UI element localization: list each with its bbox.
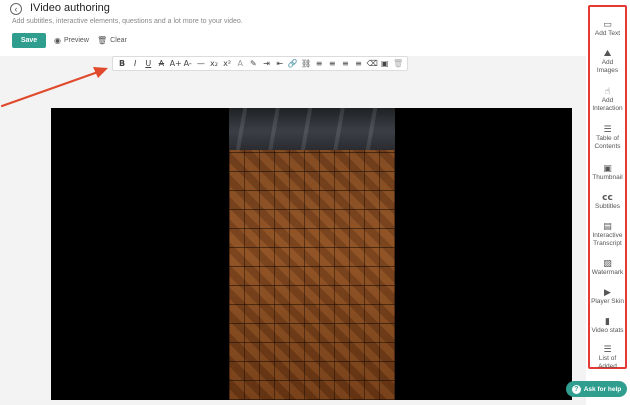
help-label: Ask for help bbox=[583, 385, 622, 393]
sidebar-item-label: List of Added bbox=[598, 355, 617, 370]
sidebar-item-watermark[interactable]: ▨ Watermark bbox=[589, 259, 626, 277]
image-icon[interactable]: ▣ bbox=[380, 58, 390, 69]
video-player[interactable] bbox=[51, 108, 572, 400]
sidebar-item-subtitles[interactable]: cc Subtitles bbox=[589, 193, 626, 211]
preview-label: Preview bbox=[63, 37, 89, 44]
preview-button[interactable]: ◉ Preview bbox=[54, 33, 89, 48]
ask-for-help-button[interactable]: ? Ask for help bbox=[566, 381, 627, 397]
transcript-icon: ▤ bbox=[603, 222, 612, 232]
eraser-icon[interactable]: ⌫ bbox=[367, 58, 378, 69]
page-title: IVideo authoring bbox=[30, 2, 110, 14]
align-left-icon[interactable]: ≡ bbox=[314, 58, 324, 69]
text-format-toolbar: B I U A A+ A- — x₂ x² A ✎ ⇥ ⇤ 🔗 ⛓ ≡ ≡ ≡ … bbox=[112, 56, 408, 71]
font-size-down-button[interactable]: A- bbox=[183, 58, 193, 69]
font-color-button[interactable]: A bbox=[235, 58, 245, 69]
clear-label: Clear bbox=[110, 37, 127, 44]
superscript-button[interactable]: x² bbox=[222, 58, 232, 69]
sidebar-item-label: Player Skin bbox=[591, 298, 624, 305]
ivideo-authoring-screen: ‹ IVideo authoring Add subtitles, intera… bbox=[0, 0, 630, 405]
sidebar-item-label: Table of Contents bbox=[594, 135, 621, 150]
sidebar-item-label: Video stats bbox=[591, 327, 624, 334]
picture-icon: ▣ bbox=[603, 164, 612, 174]
list-icon: ☰ bbox=[603, 125, 612, 135]
sidebar-item-label: Add Interaction bbox=[592, 97, 623, 112]
align-center-icon[interactable]: ≡ bbox=[327, 58, 337, 69]
sidebar-item-label: Add Images bbox=[596, 59, 619, 74]
outdent-icon[interactable]: ⇤ bbox=[275, 58, 285, 69]
highlight-pen-icon[interactable]: ✎ bbox=[248, 58, 258, 69]
comment-icon: ▭ bbox=[603, 20, 612, 30]
sidebar-item-interactive-transcript[interactable]: ▤ Interactive Transcript bbox=[589, 222, 626, 248]
trash-icon: 🗑 bbox=[97, 36, 108, 45]
touch-icon: ☝ bbox=[604, 87, 611, 97]
sidebar-item-list-of-added[interactable]: ☰ List of Added bbox=[589, 345, 626, 371]
align-right-icon[interactable]: ≡ bbox=[340, 58, 350, 69]
question-icon: ? bbox=[571, 384, 581, 394]
page-subtitle: Add subtitles, interactive elements, que… bbox=[12, 18, 243, 25]
sidebar-item-table-of-contents[interactable]: ☰ Table of Contents bbox=[589, 125, 626, 151]
sidebar-item-label: Thumbnail bbox=[592, 174, 623, 181]
save-button[interactable]: Save bbox=[12, 33, 46, 48]
watermark-icon: ▨ bbox=[603, 259, 612, 269]
indent-icon[interactable]: ⇥ bbox=[262, 58, 272, 69]
subscript-button[interactable]: x₂ bbox=[209, 58, 219, 69]
play-box-icon: ▶ bbox=[604, 288, 611, 298]
underline-button[interactable]: U bbox=[143, 58, 153, 69]
bold-button[interactable]: B bbox=[117, 58, 127, 69]
video-frame-top bbox=[229, 108, 395, 150]
link-icon[interactable]: 🔗 bbox=[288, 58, 298, 69]
align-justify-icon[interactable]: ≡ bbox=[354, 58, 364, 69]
clear-button[interactable]: 🗑 Clear bbox=[97, 33, 127, 48]
sidebar-item-video-stats[interactable]: ▮ Video stats bbox=[589, 317, 626, 335]
bar-chart-icon: ▮ bbox=[605, 317, 610, 327]
sidebar-item-thumbnail[interactable]: ▣ Thumbnail bbox=[589, 164, 626, 182]
cutting-board-image bbox=[229, 150, 395, 400]
font-size-up-button[interactable]: A+ bbox=[170, 58, 182, 69]
image-icon: ⛰ bbox=[603, 49, 612, 59]
sidebar-item-player-skin[interactable]: ▶ Player Skin bbox=[589, 288, 626, 306]
closed-caption-icon: cc bbox=[602, 193, 613, 203]
sidebar-item-add-images[interactable]: ⛰ Add Images bbox=[589, 49, 626, 75]
annotation-arrow bbox=[0, 67, 108, 108]
back-arrow-icon[interactable]: ‹ bbox=[10, 3, 22, 15]
sidebar-item-label: Subtitles bbox=[595, 203, 620, 210]
strikethrough-button[interactable]: A bbox=[156, 58, 166, 69]
eye-icon: ◉ bbox=[54, 36, 61, 45]
delete-icon[interactable]: 🗑 bbox=[393, 58, 403, 69]
unlink-icon[interactable]: ⛓ bbox=[301, 58, 311, 69]
sidebar-item-add-interaction[interactable]: ☝ Add Interaction bbox=[589, 87, 626, 113]
sidebar-item-add-text[interactable]: ▭ Add Text bbox=[589, 20, 626, 38]
sidebar-item-label: Interactive Transcript bbox=[592, 232, 623, 247]
italic-button[interactable]: I bbox=[130, 58, 140, 69]
sidebar-item-label: Add Text bbox=[594, 30, 621, 37]
page-header: ‹ IVideo authoring Add subtitles, intera… bbox=[0, 0, 586, 56]
sidebar-item-label: Watermark bbox=[591, 269, 624, 276]
list-icon: ☰ bbox=[603, 345, 612, 355]
horizontal-rule-button[interactable]: — bbox=[196, 58, 206, 69]
